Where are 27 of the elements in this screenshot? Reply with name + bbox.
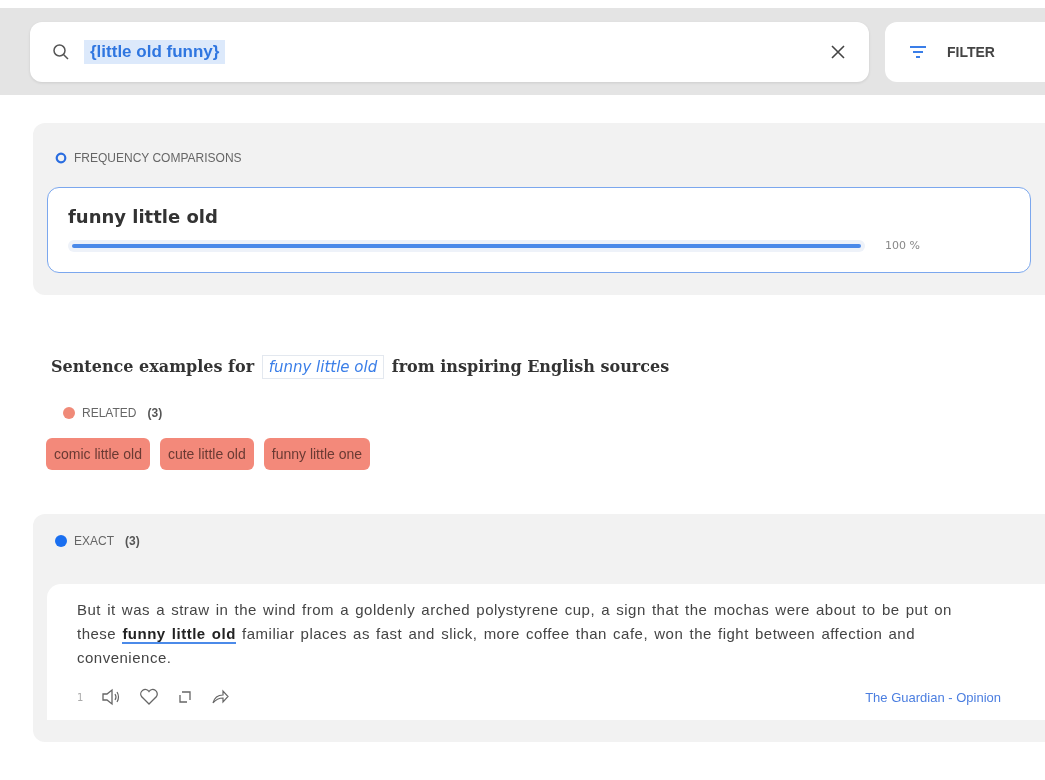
examples-heading: Sentence examples for funny little old from inspiring English sources — [51, 357, 1045, 376]
ring-icon — [55, 152, 67, 164]
source-link[interactable]: The Guardian - Opinion — [865, 689, 1001, 705]
phrase-link[interactable]: funny little old — [261, 355, 385, 379]
copy-icon[interactable] — [177, 689, 194, 705]
close-icon[interactable] — [829, 42, 847, 61]
filter-icon — [909, 44, 927, 59]
search-field[interactable]: {little old funny} — [30, 21, 869, 82]
section-title: FREQUENCY COMPARISONS — [74, 151, 242, 165]
frequency-card[interactable]: funny little old 100 % — [47, 187, 1031, 273]
section-title: RELATED — [82, 406, 137, 420]
section-title: EXACT — [74, 534, 114, 548]
phrase-text: funny little old — [68, 206, 219, 227]
count-text: (3) — [147, 406, 163, 420]
filter-button[interactable]: FILTER — [885, 21, 1045, 82]
search-icon — [52, 42, 70, 61]
percent-text: 100 % — [885, 239, 920, 252]
example-sentence: But it was a straw in the wind from a goldenly arched polystyrene cup, a sign that the mochas were about to be put on these funny little old familiar places as fast and slick, more coffee than cafe, won the fight between affection and convenience. — [77, 600, 953, 668]
example-number: 1 — [77, 691, 84, 703]
related-phrase-chip[interactable]: cute little old — [159, 438, 254, 470]
related-phrase-chip[interactable]: funny little one — [263, 438, 371, 470]
speaker-icon[interactable] — [101, 688, 122, 706]
heart-icon[interactable] — [139, 688, 160, 706]
count-text: (3) — [125, 534, 140, 548]
related-phrase-chip[interactable]: comic little old — [46, 438, 150, 470]
search-query: {little old funny} — [84, 39, 226, 64]
share-icon[interactable] — [211, 689, 230, 705]
